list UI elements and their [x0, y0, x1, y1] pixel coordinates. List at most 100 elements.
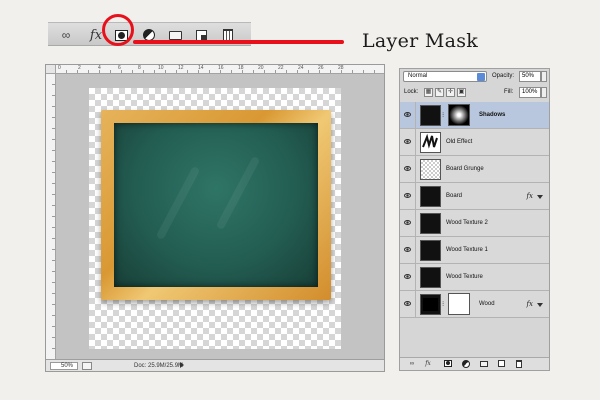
ruler-number: 8	[138, 65, 141, 71]
new-layer-icon[interactable]	[498, 360, 506, 368]
layer-thumbnail	[420, 294, 441, 315]
lock-image-icon[interactable]: ✎	[435, 88, 444, 97]
mask-link-icon[interactable]: ⁝	[442, 111, 444, 119]
layer-thumbnail	[420, 267, 441, 288]
layer-name: Wood Texture 1	[446, 247, 488, 253]
layer-row-wood-texture-1[interactable]: Wood Texture 1	[400, 237, 549, 264]
layer-row-shadows[interactable]: ⁝ Shadows	[400, 102, 549, 129]
chain-link-icon[interactable]: ∞	[56, 26, 76, 44]
layer-thumbnail	[420, 159, 441, 180]
fx-icon[interactable]: fx	[424, 360, 432, 368]
lock-label: Lock:	[404, 89, 419, 95]
ruler-corner	[46, 65, 56, 74]
mask-link-icon[interactable]: ⁝	[442, 300, 444, 308]
visibility-toggle[interactable]	[400, 156, 416, 182]
thumbnail-content	[423, 298, 438, 311]
wood-frame	[101, 110, 331, 300]
blend-mode-value: Normal	[408, 73, 428, 79]
expand-effects-arrow-icon[interactable]	[537, 195, 543, 199]
layer-name: Old Effect	[446, 139, 473, 145]
ruler-number: 16	[218, 65, 224, 71]
status-menu-arrow-icon[interactable]	[180, 362, 184, 368]
ruler-number: 6	[118, 65, 121, 71]
layer-thumbnail	[420, 105, 441, 126]
fx-badge-icon[interactable]: fx	[526, 192, 533, 200]
trash-icon[interactable]	[516, 360, 524, 368]
status-bar: 50% Doc: 25.9M/25.9M	[46, 359, 384, 371]
opacity-input[interactable]: 50%	[519, 71, 541, 82]
chalkboard	[114, 123, 318, 287]
lock-all-icon[interactable]: ▣	[457, 88, 466, 97]
document-icon[interactable]	[82, 362, 92, 370]
layer-thumbnail	[420, 186, 441, 207]
layer-row-wood-texture[interactable]: Wood Texture	[400, 264, 549, 291]
layer-name: Board	[446, 193, 463, 199]
expand-effects-arrow-icon[interactable]	[537, 303, 543, 307]
layer-mask-callout-label: Layer Mask	[362, 30, 479, 52]
opacity-slider-arrow-icon[interactable]	[541, 71, 547, 82]
half-circle-icon[interactable]	[462, 360, 470, 368]
fill-slider-arrow-icon[interactable]	[541, 87, 547, 98]
eye-icon	[404, 220, 411, 225]
chalk-streak	[215, 155, 261, 231]
chain-link-icon[interactable]: ∞	[408, 360, 416, 368]
eye-icon	[404, 193, 411, 198]
folder-icon[interactable]	[480, 360, 488, 368]
layer-mask-thumbnail[interactable]	[448, 293, 470, 315]
canvas-pasteboard[interactable]	[56, 74, 384, 359]
fill-label: Fill:	[504, 89, 514, 95]
visibility-toggle[interactable]	[400, 129, 416, 155]
layer-mask-icon[interactable]	[444, 360, 452, 368]
callout-line	[133, 40, 344, 44]
layer-row-old-effect[interactable]: Old Effect	[400, 129, 549, 156]
layer-name: Wood Texture 2	[446, 220, 488, 226]
layer-row-wood-texture-2[interactable]: Wood Texture 2	[400, 210, 549, 237]
ruler-number: 14	[198, 65, 204, 71]
document-size-info: Doc: 25.9M/25.9M	[134, 363, 184, 369]
ruler-number: 4	[98, 65, 101, 71]
ruler-number: 12	[178, 65, 184, 71]
layer-row-board[interactable]: Board fx	[400, 183, 549, 210]
visibility-toggle[interactable]	[400, 264, 416, 290]
visibility-toggle[interactable]	[400, 291, 416, 317]
lock-position-icon[interactable]: ✛	[446, 88, 455, 97]
layer-name: Wood Texture	[446, 274, 483, 280]
ruler-number: 28	[338, 65, 344, 71]
layer-mask-thumbnail[interactable]	[448, 104, 470, 126]
layer-row-wood[interactable]: ⁝ Wood fx	[400, 291, 549, 318]
layer-thumbnail	[420, 240, 441, 261]
layer-list: ⁝ Shadows Old Effect Board Grunge Board	[400, 102, 549, 318]
blend-mode-select[interactable]: Normal	[403, 71, 487, 82]
fill-input[interactable]: 100%	[519, 87, 541, 98]
scribble-thumbnail-icon	[422, 133, 438, 149]
canvas-window: 0 2 4 6 8 10 12 14 16 18 20 22 24 26 28 …	[45, 64, 385, 372]
ruler-number: 2	[78, 65, 81, 71]
ruler-number: 22	[278, 65, 284, 71]
layer-name: Wood	[479, 301, 495, 307]
layer-mask-highlight-circle	[102, 14, 134, 46]
horizontal-ruler[interactable]: 0 2 4 6 8 10 12 14 16 18 20 22 24 26 28	[56, 65, 384, 74]
vertical-ruler[interactable]	[46, 74, 56, 359]
layer-name: Shadows	[479, 112, 506, 118]
eye-icon	[404, 274, 411, 279]
opacity-label: Opacity:	[492, 73, 515, 79]
eye-icon	[404, 166, 411, 171]
layer-name: Board Grunge	[446, 166, 484, 172]
ruler-number: 0	[58, 65, 61, 71]
document-canvas[interactable]	[89, 88, 341, 349]
visibility-toggle[interactable]	[400, 210, 416, 236]
eye-icon	[404, 112, 411, 117]
ruler-number: 20	[258, 65, 264, 71]
lock-transparent-icon[interactable]: ▦	[424, 88, 433, 97]
ruler-number: 18	[238, 65, 244, 71]
fx-badge-icon[interactable]: fx	[526, 300, 533, 308]
zoom-field[interactable]: 50%	[50, 362, 78, 370]
visibility-toggle[interactable]	[400, 237, 416, 263]
visibility-toggle[interactable]	[400, 102, 416, 128]
select-arrow-icon	[477, 73, 485, 81]
visibility-toggle[interactable]	[400, 183, 416, 209]
layer-thumbnail	[420, 132, 441, 153]
ruler-number: 26	[318, 65, 324, 71]
layers-panel-toolbar: ∞ fx	[400, 357, 549, 370]
layer-row-board-grunge[interactable]: Board Grunge	[400, 156, 549, 183]
